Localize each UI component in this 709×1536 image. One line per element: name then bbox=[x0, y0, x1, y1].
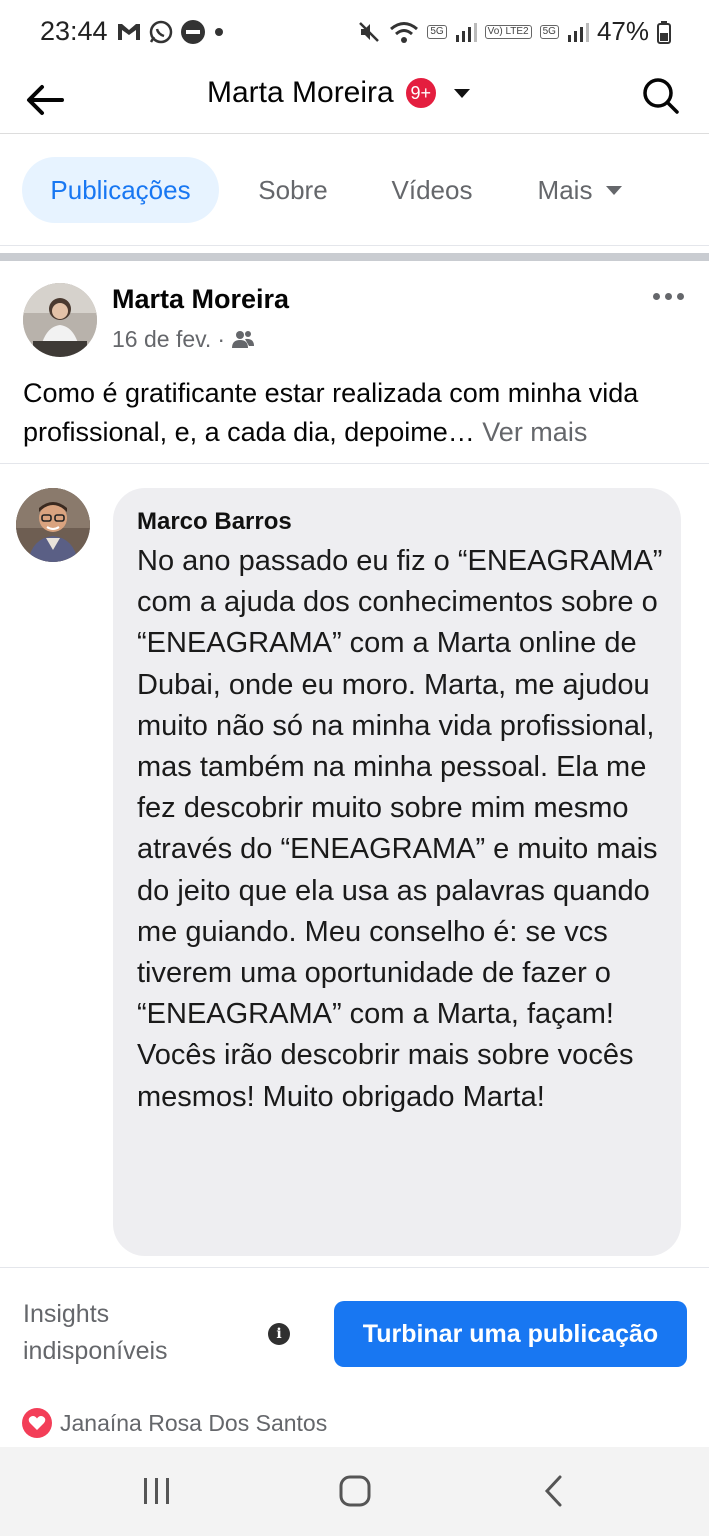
chevron-left-icon bbox=[544, 1475, 562, 1507]
network-tag-lte: Vo) LTE2 bbox=[484, 24, 532, 39]
network-tag-5g-2: 5G bbox=[539, 24, 559, 39]
testimonial-bubble: Marco Barros No ano passado eu fiz o “EN… bbox=[113, 488, 681, 1256]
testimonial-author: Marco Barros bbox=[137, 508, 292, 535]
insights-status: Insights indisponíveis bbox=[23, 1300, 168, 1365]
section-divider bbox=[0, 253, 709, 261]
battery-icon bbox=[657, 20, 671, 44]
testimonial-avatar bbox=[16, 488, 90, 562]
tab-videos[interactable]: Vídeos bbox=[372, 157, 492, 223]
post-text: Como é gratificante estar realizada com … bbox=[23, 374, 691, 452]
avatar[interactable] bbox=[23, 283, 97, 357]
testimonial-text: No ano passado eu fiz o “ENEAGRAMA” com … bbox=[137, 545, 663, 1113]
recent-apps-button[interactable] bbox=[135, 1469, 179, 1513]
notification-badge: 9+ bbox=[403, 76, 438, 110]
search-button[interactable] bbox=[641, 76, 681, 116]
meta-separator: · bbox=[217, 326, 225, 352]
home-icon bbox=[339, 1475, 371, 1507]
system-navigation-bar bbox=[0, 1447, 709, 1536]
gmail-icon bbox=[118, 24, 140, 40]
status-system-icons: 5G Vo) LTE2 5G 47% bbox=[357, 16, 671, 47]
dot-icon bbox=[215, 28, 223, 36]
mute-icon bbox=[359, 21, 380, 42]
signal-icon-2 bbox=[567, 22, 589, 42]
dot-icon bbox=[665, 292, 672, 300]
signal-icon bbox=[455, 22, 477, 42]
heart-icon bbox=[22, 1408, 52, 1438]
info-icon[interactable]: i bbox=[268, 1323, 290, 1345]
tab-mais-label: Mais bbox=[537, 174, 593, 205]
recent-apps-icon bbox=[144, 1478, 169, 1504]
divider bbox=[0, 1267, 709, 1268]
search-icon bbox=[643, 78, 679, 114]
whatsapp-icon bbox=[149, 20, 173, 44]
reaction-user-name: Janaína Rosa Dos Santos bbox=[60, 1409, 328, 1436]
do-not-disturb-icon bbox=[181, 20, 205, 44]
page-header: Marta Moreira 9+ bbox=[0, 64, 709, 134]
status-time: 23:44 bbox=[40, 16, 108, 46]
friends-audience-icon bbox=[231, 330, 254, 348]
chevron-down-icon bbox=[606, 185, 623, 195]
boost-post-button[interactable]: Turbinar uma publicação bbox=[334, 1301, 687, 1367]
profile-photo bbox=[23, 283, 97, 357]
network-tag-5g: 5G bbox=[427, 24, 447, 39]
dot-icon bbox=[653, 292, 660, 300]
header-title-dropdown[interactable]: Marta Moreira 9+ bbox=[207, 76, 470, 110]
divider bbox=[0, 463, 709, 464]
back-button[interactable] bbox=[24, 78, 68, 122]
tab-mais[interactable]: Mais bbox=[520, 157, 640, 223]
battery-percent: 47% bbox=[596, 16, 649, 46]
system-back-button[interactable] bbox=[532, 1469, 576, 1513]
home-button[interactable] bbox=[333, 1469, 377, 1513]
status-notification-icons bbox=[116, 19, 226, 45]
wifi-icon bbox=[390, 21, 419, 43]
reactions-summary[interactable]: Janaína Rosa Dos Santos bbox=[22, 1408, 327, 1438]
status-bar: 23:44 5G Vo) LTE2 5G 47% bbox=[0, 0, 709, 64]
post-author[interactable]: Marta Moreira bbox=[112, 284, 289, 315]
see-more-link[interactable]: Ver mais bbox=[482, 417, 587, 447]
more-options-button[interactable] bbox=[653, 286, 689, 306]
profile-tabs: Publicações Sobre Vídeos Mais bbox=[0, 134, 709, 246]
page-title: Marta Moreira bbox=[207, 76, 394, 109]
arrow-left-icon bbox=[27, 85, 64, 115]
tab-sobre[interactable]: Sobre bbox=[240, 157, 346, 223]
post-date[interactable]: 16 de fev. bbox=[112, 326, 211, 353]
dot-icon bbox=[677, 292, 684, 300]
testimonial-photo bbox=[16, 488, 90, 562]
post-meta: 16 de fev. · bbox=[112, 326, 255, 353]
tab-publicacoes[interactable]: Publicações bbox=[22, 157, 219, 223]
chevron-down-icon bbox=[453, 88, 470, 98]
